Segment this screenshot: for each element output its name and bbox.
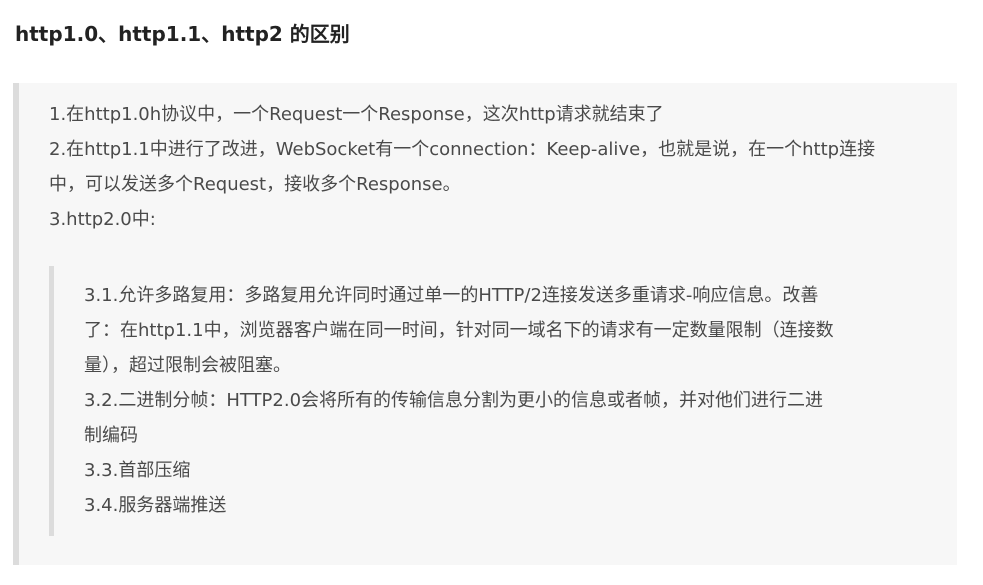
blockquote-content: 1.在http1.0h协议中，一个Request一个Response，这次htt…: [49, 97, 949, 237]
nested-text-line-6: 3.3.首部压缩: [84, 460, 191, 481]
nested-blockquote: 3.1.允许多路复用：多路复用允许同时通过单一的HTTP/2连接发送多重请求-响…: [49, 266, 909, 536]
text-line-3: 中，可以发送多个Request，接收多个Response。: [49, 174, 461, 195]
nested-blockquote-content: 3.1.允许多路复用：多路复用允许同时通过单一的HTTP/2连接发送多重请求-响…: [84, 278, 904, 523]
text-line-1: 1.在http1.0h协议中，一个Request一个Response，这次htt…: [49, 104, 664, 125]
text-line-2: 2.在http1.1中进行了改进，WebSocket有一个connection：…: [49, 139, 876, 160]
blockquote: 1.在http1.0h协议中，一个Request一个Response，这次htt…: [13, 83, 957, 565]
text-line-4: 3.http2.0中:: [49, 209, 156, 230]
page-title: http1.0、http1.1、http2 的区别: [15, 22, 350, 46]
nested-text-line-7: 3.4.服务器端推送: [84, 495, 227, 516]
nested-text-line-4: 3.2.二进制分帧：HTTP2.0会将所有的传输信息分割为更小的信息或者帧，并对…: [84, 390, 824, 411]
nested-text-line-2: 了：在http1.1中，浏览器客户端在同一时间，针对同一域名下的请求有一定数量限…: [84, 320, 834, 341]
nested-text-line-3: 量），超过限制会被阻塞。: [84, 355, 291, 376]
nested-text-line-1: 3.1.允许多路复用：多路复用允许同时通过单一的HTTP/2连接发送多重请求-响…: [84, 285, 819, 306]
nested-text-line-5: 制编码: [84, 425, 138, 446]
